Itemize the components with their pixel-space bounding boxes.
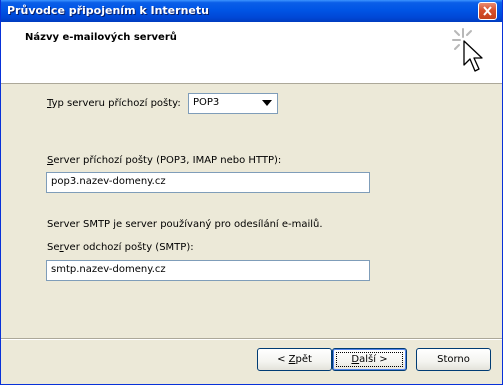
close-button[interactable] bbox=[478, 2, 497, 20]
wizard-window: Průvodce připojením k Internetu Názvy e-… bbox=[0, 0, 503, 385]
window-title: Průvodce připojením k Internetu bbox=[7, 4, 209, 17]
outgoing-server-input[interactable]: smtp.nazev-domeny.cz bbox=[46, 260, 370, 281]
close-icon bbox=[483, 6, 492, 16]
title-bar[interactable]: Průvodce připojením k Internetu bbox=[1, 0, 502, 22]
server-type-label: Typ serveru příchozí pošty: bbox=[47, 98, 181, 109]
smtp-note: Server SMTP je server používaný pro odes… bbox=[47, 219, 323, 230]
incoming-server-value: pop3.nazev-domeny.cz bbox=[51, 176, 166, 187]
next-button[interactable]: Další > bbox=[332, 348, 407, 371]
footer-divider bbox=[1, 338, 502, 340]
page-title: Názvy e-mailových serverů bbox=[25, 32, 177, 43]
focus-rectangle bbox=[336, 352, 403, 367]
back-button[interactable]: < Zpět bbox=[257, 348, 332, 371]
cancel-button[interactable]: Storno bbox=[416, 348, 491, 371]
dropdown-button[interactable] bbox=[259, 95, 276, 112]
outgoing-server-value: smtp.nazev-domeny.cz bbox=[51, 264, 166, 275]
wizard-header: Názvy e-mailových serverů bbox=[1, 22, 502, 84]
chevron-down-icon bbox=[262, 100, 272, 106]
incoming-server-input[interactable]: pop3.nazev-domeny.cz bbox=[46, 172, 370, 193]
incoming-server-label: Server příchozí pošty (POP3, IMAP nebo H… bbox=[47, 155, 282, 166]
server-type-value: POP3 bbox=[193, 97, 220, 108]
server-type-select[interactable]: POP3 bbox=[188, 93, 278, 114]
wizard-sparkle-cursor-icon bbox=[452, 28, 483, 72]
outgoing-server-label: Server odchozí pošty (SMTP): bbox=[47, 242, 194, 253]
